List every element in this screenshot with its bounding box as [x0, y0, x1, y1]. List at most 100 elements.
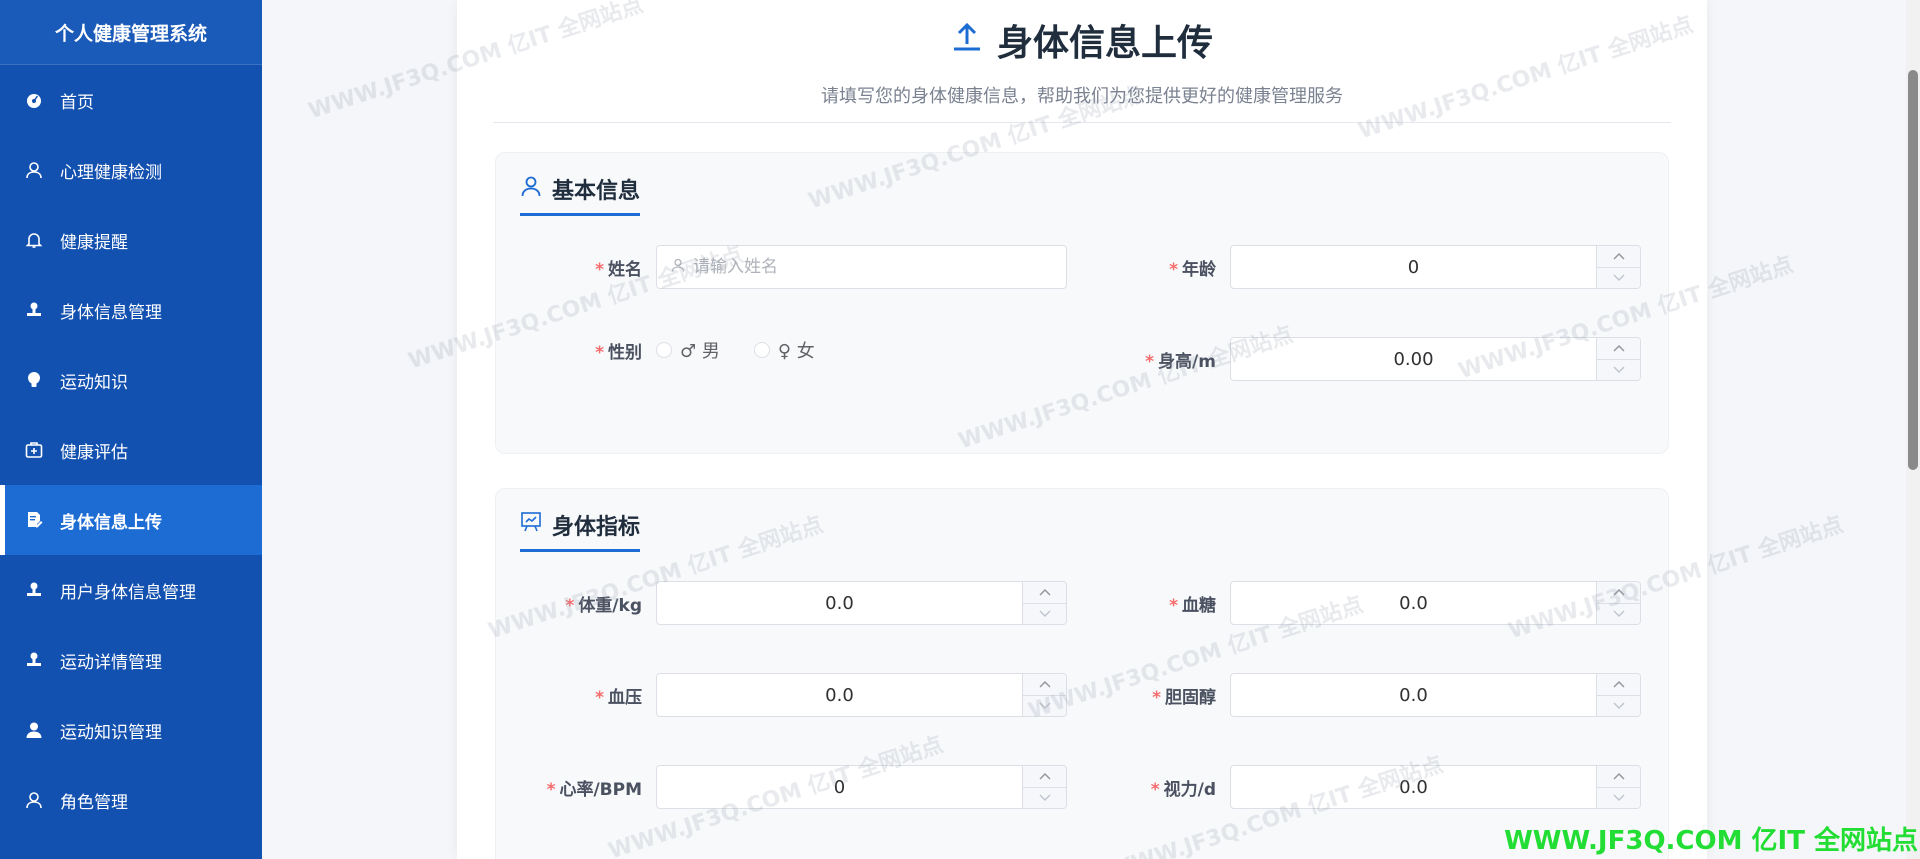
blood-pressure-stepper: [1022, 674, 1066, 716]
dashboard-icon: [24, 90, 44, 110]
name-field: * 姓名: [496, 245, 1067, 289]
chevron-down-icon[interactable]: [1023, 788, 1066, 809]
chevron-down-icon[interactable]: [1597, 788, 1640, 809]
header-divider: [493, 122, 1671, 123]
name-label: * 姓名: [595, 259, 642, 280]
user-icon: [24, 160, 44, 180]
sidebar-item-label: 运动知识管理: [60, 722, 162, 743]
cholesterol-label: * 胆固醇: [1152, 687, 1216, 708]
weight-input[interactable]: 0.0: [656, 581, 1067, 625]
chevron-down-icon[interactable]: [1597, 696, 1640, 717]
stamp-icon: [24, 650, 44, 670]
sidebar-item-label: 身体信息管理: [60, 302, 162, 323]
sidebar-item-label: 角色管理: [60, 792, 128, 813]
blood-pressure-input[interactable]: 0.0: [656, 673, 1067, 717]
chevron-down-icon[interactable]: [1597, 268, 1640, 289]
basic-info-title: 基本信息: [552, 179, 641, 204]
sidebar-item-label: 运动详情管理: [60, 652, 162, 673]
gender-female-radio[interactable]: ♀ 女: [753, 337, 815, 363]
upload-form-card: 身体信息上传 请填写您的身体健康信息，帮助我们为您提供更好的健康管理服务 基本信…: [457, 0, 1707, 859]
radio-circle[interactable]: [753, 342, 770, 358]
vision-input[interactable]: 0.0: [1230, 765, 1641, 809]
body-metrics-heading: 身体指标: [520, 509, 641, 552]
cholesterol-stepper: [1596, 674, 1640, 716]
height-input[interactable]: 0.00: [1230, 337, 1641, 381]
sidebar-item-label: 首页: [60, 92, 94, 113]
page-header: 身体信息上传 请填写您的身体健康信息，帮助我们为您提供更好的健康管理服务: [457, 0, 1707, 108]
sidebar-item-health-assessment[interactable]: 健康评估: [0, 415, 262, 485]
gender-radio-group: ♂ 男 ♀ 女: [656, 337, 815, 363]
height-stepper: [1596, 338, 1640, 380]
sidebar-item-sport-knowledge-manage[interactable]: 运动知识管理: [0, 695, 262, 765]
sidebar-item-health-reminder[interactable]: 健康提醒: [0, 205, 262, 275]
cholesterol-input[interactable]: 0.0: [1230, 673, 1641, 717]
heart-rate-input[interactable]: 0: [656, 765, 1067, 809]
heart-rate-value: 0: [833, 776, 846, 798]
bell-icon: [24, 230, 44, 250]
vision-label: * 视力/d: [1150, 779, 1216, 800]
chevron-up-icon[interactable]: [1597, 338, 1640, 360]
radio-circle[interactable]: [656, 342, 672, 358]
sidebar-menu: 首页 心理健康检测 健康提醒 身体信息管理 运动知识 健康评估 身体信息上传 用…: [0, 65, 262, 835]
sidebar: 个人健康管理系统 首页 心理健康检测 健康提醒 身体信息管理 运动知识 健康评估…: [0, 0, 262, 859]
sidebar-item-label: 健康提醒: [60, 232, 128, 253]
age-input[interactable]: 0: [1230, 245, 1641, 289]
sidebar-item-sport-detail-manage[interactable]: 运动详情管理: [0, 625, 262, 695]
gender-label: * 性别: [595, 342, 642, 363]
weight-field: * 体重/kg 0.0: [496, 581, 1067, 625]
user-icon: [24, 790, 44, 810]
height-value: 0.00: [1393, 348, 1434, 370]
height-field: * 身高/m 0.00: [1070, 337, 1641, 381]
sidebar-item-home[interactable]: 首页: [0, 65, 262, 135]
chevron-down-icon[interactable]: [1023, 696, 1066, 717]
chevron-up-icon[interactable]: [1597, 674, 1640, 696]
blood-sugar-input[interactable]: 0.0: [1230, 581, 1641, 625]
corner-watermark: WWW.JF3Q.COM 亿IT 全网站点: [1504, 826, 1918, 856]
stamp-icon: [24, 580, 44, 600]
chevron-up-icon[interactable]: [1023, 674, 1066, 696]
chevron-down-icon[interactable]: [1597, 360, 1640, 381]
blood-sugar-stepper: [1596, 582, 1640, 624]
basic-info-heading: 基本信息: [520, 173, 641, 216]
name-input[interactable]: [693, 257, 1053, 277]
blood-pressure-value: 0.0: [825, 684, 854, 706]
sidebar-item-body-info-upload[interactable]: 身体信息上传: [0, 485, 262, 555]
first-aid-icon: [24, 440, 44, 460]
sidebar-item-label: 用户身体信息管理: [60, 582, 196, 603]
presentation-chart-icon: [520, 511, 542, 539]
chevron-down-icon[interactable]: [1597, 604, 1640, 625]
age-stepper: [1596, 246, 1640, 288]
user-icon: [520, 175, 542, 203]
page-title-wrap: 身体信息上传: [951, 14, 1213, 66]
chevron-up-icon[interactable]: [1023, 582, 1066, 604]
sidebar-item-user-body-info-manage[interactable]: 用户身体信息管理: [0, 555, 262, 625]
blood-sugar-label: * 血糖: [1169, 595, 1216, 616]
sidebar-item-mental-health[interactable]: 心理健康检测: [0, 135, 262, 205]
age-field: * 年龄 0: [1070, 245, 1641, 289]
weight-label: * 体重/kg: [565, 595, 642, 616]
chevron-up-icon[interactable]: [1597, 246, 1640, 268]
heart-rate-label: * 心率/BPM: [546, 779, 642, 800]
chevron-up-icon[interactable]: [1597, 582, 1640, 604]
chevron-down-icon[interactable]: [1023, 604, 1066, 625]
app-title: 个人健康管理系统: [0, 0, 262, 65]
gender-male-radio[interactable]: ♂ 男: [656, 337, 720, 363]
blood-sugar-field: * 血糖 0.0: [1070, 581, 1641, 625]
sidebar-item-role-manage[interactable]: 角色管理: [0, 765, 262, 835]
sidebar-item-sport-knowledge[interactable]: 运动知识: [0, 345, 262, 415]
heart-rate-stepper: [1022, 766, 1066, 808]
sidebar-item-label: 健康评估: [60, 442, 128, 463]
chevron-up-icon[interactable]: [1023, 766, 1066, 788]
page-scrollbar[interactable]: [1906, 0, 1920, 859]
body-metrics-title: 身体指标: [552, 515, 641, 540]
heart-rate-field: * 心率/BPM 0: [496, 765, 1067, 809]
blood-pressure-label: * 血压: [595, 687, 642, 708]
name-input-box[interactable]: [656, 245, 1067, 289]
blood-sugar-value: 0.0: [1399, 592, 1428, 614]
chevron-up-icon[interactable]: [1597, 766, 1640, 788]
edit-document-icon: [24, 510, 44, 530]
sidebar-item-label: 运动知识: [60, 372, 128, 393]
sidebar-item-body-info-manage[interactable]: 身体信息管理: [0, 275, 262, 345]
cholesterol-field: * 胆固醇 0.0: [1070, 673, 1641, 717]
scrollbar-thumb[interactable]: [1908, 70, 1918, 470]
